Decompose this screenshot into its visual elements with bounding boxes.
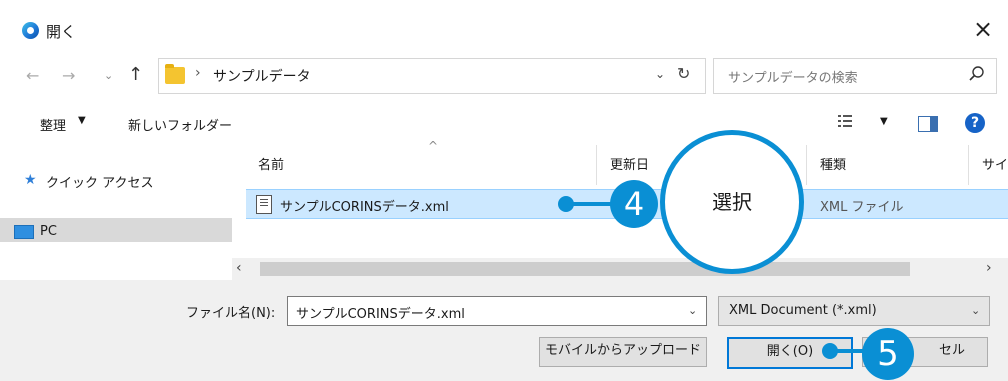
sort-ascending-icon: ^	[428, 139, 439, 153]
address-bar[interactable]: › サンプルデータ ⌄ ↻	[158, 58, 706, 94]
breadcrumb-folder[interactable]: サンプルデータ	[213, 66, 311, 86]
filename-label: ファイル名(N):	[186, 306, 276, 321]
view-options-caret-icon[interactable]: ▼	[880, 116, 888, 127]
annotation-callout: 選択	[660, 130, 804, 274]
column-divider[interactable]	[596, 145, 597, 185]
up-arrow-icon[interactable]: ↑	[128, 64, 143, 85]
organize-button[interactable]: 整理	[40, 115, 66, 134]
file-type-filter-value[interactable]: XML Document (*.xml)	[729, 303, 877, 318]
nav-item-label: PC	[40, 224, 57, 239]
address-dropdown-icon[interactable]: ⌄	[655, 67, 665, 81]
forward-arrow-icon[interactable]: →	[62, 66, 75, 85]
change-view-icon[interactable]	[838, 114, 852, 130]
refresh-icon[interactable]: ↻	[677, 64, 690, 83]
column-header-date[interactable]: 更新日	[610, 154, 649, 173]
nav-item-quick-access[interactable]: ★ クイック アクセス	[24, 172, 154, 191]
window-title: 開く	[46, 23, 77, 41]
column-header-type[interactable]: 種類	[820, 154, 846, 173]
breadcrumb-separator-icon[interactable]: ›	[195, 65, 201, 81]
new-folder-button[interactable]: 新しいフォルダー	[128, 115, 232, 134]
filename-input[interactable]: サンプルCORINSデータ.xml ⌄	[287, 296, 707, 326]
title-bar: 開く ×	[0, 0, 1008, 50]
filename-dropdown-icon[interactable]: ⌄	[688, 304, 697, 317]
close-icon[interactable]: ×	[968, 14, 998, 44]
recent-locations-chevron-icon[interactable]: ⌄	[104, 69, 113, 82]
horizontal-scrollbar[interactable]: ‹ ›	[232, 258, 1008, 280]
column-header-name[interactable]: 名前	[258, 154, 284, 173]
column-divider[interactable]	[806, 145, 807, 185]
scroll-left-icon[interactable]: ‹	[236, 260, 242, 276]
column-header-size[interactable]: サイ	[982, 154, 1008, 173]
file-type-filter-select[interactable]: XML Document (*.xml) ⌄	[718, 296, 990, 326]
preview-pane-icon[interactable]	[918, 116, 938, 132]
cancel-button-label: セル	[938, 343, 965, 358]
file-name: サンプルCORINSデータ.xml	[280, 200, 449, 215]
xml-file-icon	[256, 195, 272, 214]
help-icon[interactable]: ?	[965, 113, 985, 133]
filter-dropdown-icon[interactable]: ⌄	[971, 304, 980, 317]
navigation-pane: ★ クイック アクセス PC	[0, 142, 232, 242]
file-type: XML ファイル	[820, 200, 904, 215]
computer-icon	[14, 225, 34, 239]
step-5-badge: 5	[862, 328, 914, 380]
annotation-dot	[822, 343, 838, 359]
annotation-dot	[558, 196, 574, 212]
annotation-select-text: 選択	[712, 190, 752, 214]
column-divider[interactable]	[968, 145, 969, 185]
step-4-badge: 4	[610, 180, 658, 228]
command-bar: 整理 ▼ 新しいフォルダー ▼ ?	[0, 104, 1008, 142]
search-icon[interactable]	[968, 65, 986, 83]
organize-caret-icon[interactable]: ▼	[78, 115, 86, 126]
star-icon: ★	[24, 172, 37, 188]
back-arrow-icon[interactable]: ←	[26, 66, 39, 85]
scroll-right-icon[interactable]: ›	[986, 260, 992, 276]
nav-item-pc[interactable]: PC	[0, 218, 232, 242]
search-box[interactable]: サンプルデータの検索	[713, 58, 997, 94]
folder-icon	[165, 64, 185, 84]
nav-item-label: クイック アクセス	[46, 176, 154, 191]
upload-from-mobile-button[interactable]: モバイルからアップロード	[539, 337, 707, 367]
bottom-panel: ファイル名(N): サンプルCORINSデータ.xml ⌄ XML Docume…	[0, 280, 1008, 381]
scrollbar-thumb[interactable]	[260, 262, 910, 276]
spacer	[0, 242, 1008, 252]
browser-app-icon	[22, 22, 39, 39]
search-input[interactable]: サンプルデータの検索	[728, 67, 858, 86]
filename-value[interactable]: サンプルCORINSデータ.xml	[296, 303, 465, 322]
